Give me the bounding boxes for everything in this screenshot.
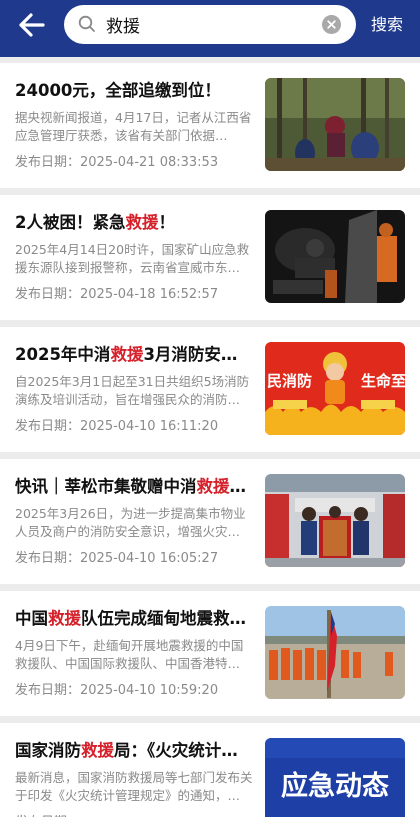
back-button[interactable] [18, 12, 48, 38]
top-bar: 搜索 [0, 0, 420, 57]
search-results-list: 24000元，全部追缴到位！ 据央视新闻报道，4月17日，记者从江西省应急管理厅… [0, 63, 420, 817]
news-card[interactable]: 快讯｜莘松市集敬赠中消救援… 2025年3月26日，为进一步提高集市物业人员及商… [0, 459, 420, 584]
news-summary: 2025年3月26日，为进一步提高集市物业人员及商户的消防安全意识，增强火灾… [15, 506, 246, 539]
banner-presentation-photo [265, 474, 405, 567]
news-card[interactable]: 24000元，全部追缴到位！ 据央视新闻报道，4月17日，记者从江西省应急管理厅… [0, 63, 420, 188]
arrow-left-icon [19, 13, 45, 37]
news-date: 发布日期：2025-04-10 10:59:20 [15, 683, 219, 698]
emergency-news-graphic: 应急动态 [265, 738, 405, 817]
poster-text-right: 生命至 [361, 372, 405, 390]
news-summary: 据央视新闻报道，4月17日，记者从江西省应急管理厅获悉，该省有关部门依据… [15, 110, 252, 143]
news-date: 发布日期：2025-04-18 16:52:57 [15, 287, 219, 302]
search-button[interactable]: 搜索 [371, 14, 403, 36]
news-title: 国家消防救援局：《火灾统计管… [15, 741, 253, 760]
news-title: 2025年中消救援3月消防安全… [15, 345, 253, 364]
fire-safety-poster: 民消防 生命至 [265, 342, 405, 435]
news-summary: 2025年4月14日20时许，国家矿山应急救援东源队接到报警称，云南省宣威市东… [15, 242, 250, 275]
search-box[interactable] [64, 5, 356, 44]
news-title: 24000元，全部追缴到位！ [15, 81, 221, 100]
news-title: 2人被困！紧急救援！ [15, 213, 175, 232]
news-summary: 4月9日下午，赴缅甸开展地震救援的中国救援队、中国国际救援队、中国香港特… [15, 638, 244, 671]
news-card[interactable]: 2025年中消救援3月消防安全… 自2025年3月1日起至31日共组织5场消防演… [0, 327, 420, 452]
news-card[interactable]: 2人被困！紧急救援！ 2025年4月14日20时许，国家矿山应急救援东源队接到报… [0, 195, 420, 320]
news-card[interactable]: 中国救援队伍完成缅甸地震救… 4月9日下午，赴缅甸开展地震救援的中国救援队、中国… [0, 591, 420, 716]
news-date: 发布日期：2025-04-21 08:33:53 [15, 155, 219, 170]
clear-icon[interactable] [322, 15, 341, 34]
news-title: 快讯｜莘松市集敬赠中消救援… [15, 477, 246, 496]
graphic-text: 应急动态 [281, 770, 389, 802]
search-icon [78, 15, 96, 33]
team-ceremony-photo [265, 606, 405, 699]
news-summary: 自2025年3月1日起至31日共组织5场消防演练及培训活动，旨在增强民众的消防… [15, 374, 250, 407]
mine-rescue-photo [265, 210, 405, 303]
news-card[interactable]: 国家消防救援局：《火灾统计管… 最新消息，国家消防救援局等七部门发布关于印发《火… [0, 723, 420, 817]
news-summary: 最新消息，国家消防救援局等七部门发布关于印发《火灾统计管理规定》的通知，… [15, 770, 253, 803]
forest-rescue-photo [265, 78, 405, 171]
news-title: 中国救援队伍完成缅甸地震救… [15, 609, 246, 628]
search-input[interactable] [106, 11, 306, 37]
news-date: 发布日期：2025-04-10 16:05:27 [15, 551, 219, 566]
news-date: 发布日期：2025-04-10 16:11:20 [15, 419, 219, 434]
poster-text-left: 民消防 [267, 372, 312, 390]
